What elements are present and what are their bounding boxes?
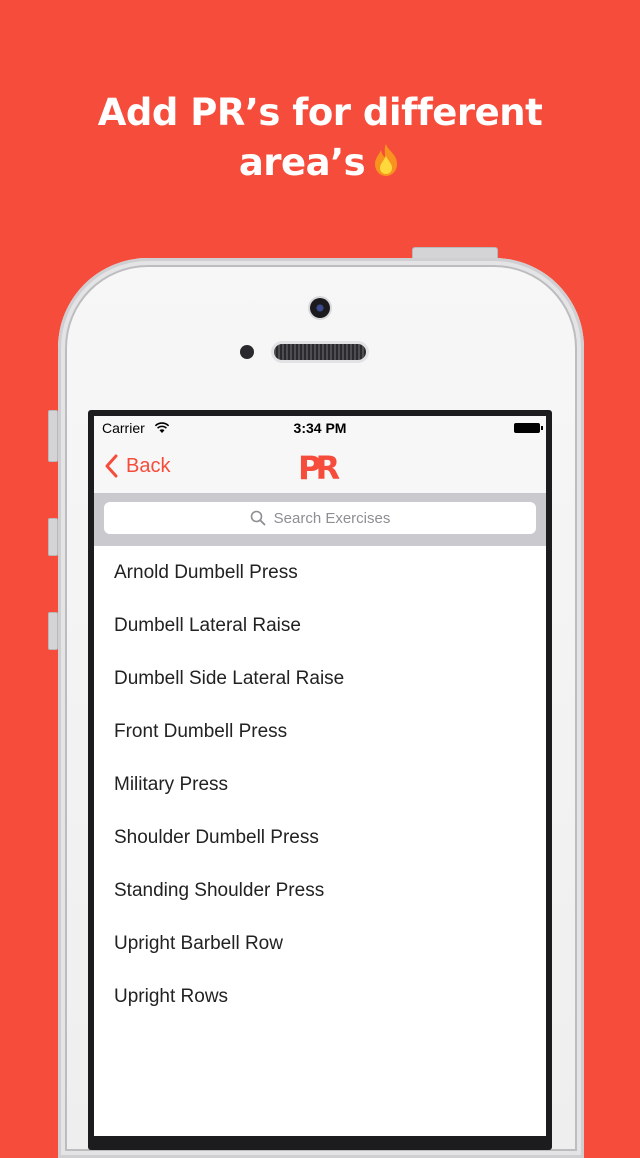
search-bar: Search Exercises xyxy=(94,494,546,546)
app-screen: Carrier 3:34 PM Back PR Search Exercises… xyxy=(94,416,546,1136)
proximity-sensor xyxy=(240,345,254,359)
phone-volume-down-button xyxy=(48,612,58,650)
exercise-list: Arnold Dumbell Press Dumbell Lateral Rai… xyxy=(94,546,546,1023)
exercise-list-item[interactable]: Military Press xyxy=(94,758,546,811)
exercise-list-item[interactable]: Dumbell Lateral Raise xyxy=(94,599,546,652)
search-icon xyxy=(250,510,266,526)
status-bar: Carrier 3:34 PM xyxy=(94,416,546,442)
chevron-left-icon xyxy=(105,454,118,478)
exercise-list-item[interactable]: Front Dumbell Press xyxy=(94,705,546,758)
earpiece-speaker xyxy=(274,344,366,360)
pr-logo: PR xyxy=(298,449,345,488)
pr-logo-text: PR xyxy=(298,451,339,483)
exercise-list-item[interactable]: Upright Barbell Row xyxy=(94,917,546,970)
search-input[interactable]: Search Exercises xyxy=(104,502,536,534)
phone-volume-up-button xyxy=(48,518,58,556)
exercise-list-item[interactable]: Shoulder Dumbell Press xyxy=(94,811,546,864)
battery-icon xyxy=(514,423,543,433)
headline-line-2: area’s xyxy=(0,138,640,190)
headline-line-1: Add PR’s for different xyxy=(97,91,543,134)
fire-icon xyxy=(371,140,401,190)
back-button[interactable]: Back xyxy=(104,454,170,478)
exercise-list-item[interactable]: Upright Rows xyxy=(94,970,546,1023)
exercise-list-item[interactable]: Arnold Dumbell Press xyxy=(94,546,546,599)
promo-headline: Add PR’s for different area’s xyxy=(0,88,640,190)
status-time: 3:34 PM xyxy=(293,420,347,436)
search-placeholder: Search Exercises xyxy=(273,509,391,527)
front-camera xyxy=(310,298,330,318)
exercise-list-item[interactable]: Standing Shoulder Press xyxy=(94,864,546,917)
exercise-list-item[interactable]: Dumbell Side Lateral Raise xyxy=(94,652,546,705)
headline-line-2-text: area’s xyxy=(238,141,366,184)
back-button-label: Back xyxy=(126,454,171,477)
phone-mute-switch xyxy=(48,410,58,462)
navigation-bar: Back PR xyxy=(94,442,546,494)
